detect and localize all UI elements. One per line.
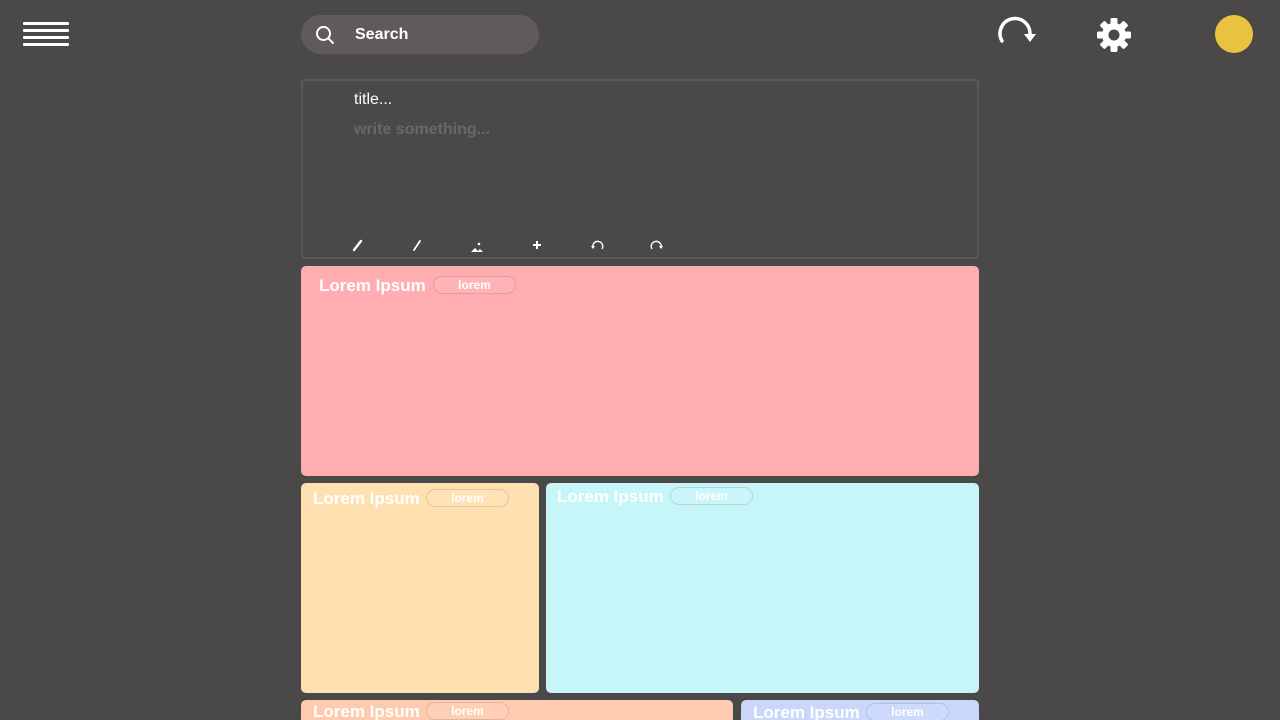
note-title: Lorem Ipsum	[753, 703, 860, 720]
menu-icon-line	[23, 43, 69, 46]
note-title: Lorem Ipsum	[557, 487, 664, 506]
note-card[interactable]: Lorem Ipsum lorem	[301, 483, 539, 693]
note-title: Lorem Ipsum	[313, 489, 420, 508]
refresh-icon[interactable]	[995, 15, 1037, 55]
menu-icon-line	[23, 29, 69, 32]
avatar[interactable]	[1215, 15, 1253, 53]
note-card[interactable]: Lorem Ipsum lorem	[546, 483, 979, 693]
image-icon[interactable]	[469, 237, 485, 253]
note-composer	[301, 79, 979, 259]
note-title-input[interactable]	[354, 89, 914, 111]
note-tag[interactable]: lorem	[670, 487, 753, 505]
redo-icon[interactable]	[649, 237, 665, 253]
pen-icon[interactable]	[349, 237, 365, 253]
menu-button[interactable]	[23, 20, 69, 48]
pencil-icon[interactable]	[409, 237, 425, 253]
menu-icon-line	[23, 36, 69, 39]
note-card[interactable]: Lorem Ipsum lorem	[741, 700, 979, 720]
note-title: Lorem Ipsum	[319, 276, 426, 295]
note-tag[interactable]: lorem	[866, 703, 949, 720]
undo-icon[interactable]	[589, 237, 605, 253]
note-card[interactable]: Lorem Ipsum lorem	[301, 266, 979, 476]
plus-icon[interactable]	[529, 237, 545, 253]
note-tag[interactable]: lorem	[426, 702, 509, 720]
search-icon	[316, 26, 334, 44]
note-card[interactable]: Lorem Ipsum lorem	[301, 700, 733, 720]
note-tag[interactable]: lorem	[433, 276, 516, 294]
gear-icon[interactable]	[1096, 17, 1132, 53]
note-tag[interactable]: lorem	[426, 489, 509, 507]
note-body-input[interactable]	[354, 121, 914, 145]
app-root: Lorem Ipsum lorem Lorem Ipsum lorem Lore…	[0, 0, 1280, 720]
search-bar	[301, 15, 539, 54]
menu-icon-line	[23, 22, 69, 25]
search-input[interactable]	[355, 15, 531, 54]
note-title: Lorem Ipsum	[313, 702, 420, 720]
